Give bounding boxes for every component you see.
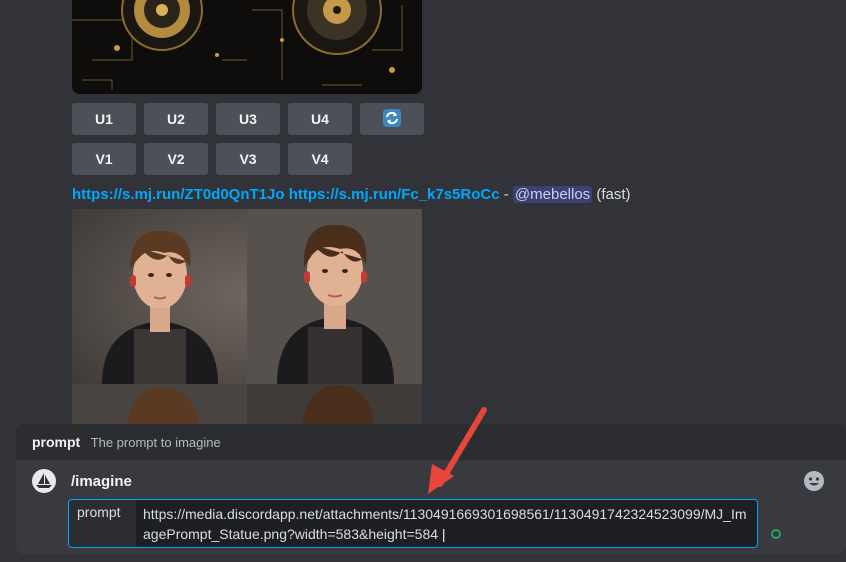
prompt-input[interactable]: https://media.discordapp.net/attachments…	[143, 504, 749, 544]
upscale-button-4[interactable]: U4	[288, 103, 352, 135]
sailboat-icon	[36, 473, 52, 488]
bot-avatar	[32, 469, 56, 493]
message-content: https://s.mj.run/ZT0d0QnT1Jo https://s.m…	[72, 186, 631, 203]
smiley-icon	[804, 471, 824, 491]
status-indicator	[771, 529, 781, 539]
turntable-artwork	[72, 0, 422, 94]
refresh-icon	[382, 108, 402, 131]
user-mention[interactable]: @mebellos	[512, 186, 593, 203]
portrait-artwork	[72, 209, 422, 425]
hint-option-description: The prompt to imagine	[90, 435, 221, 450]
annotation-arrow	[428, 407, 487, 494]
upscale-button-2[interactable]: U2	[144, 103, 208, 135]
prompt-option-field[interactable]: prompt https://media.discordapp.net/atta…	[68, 499, 758, 548]
variation-button-4[interactable]: V4	[288, 143, 352, 175]
emoji-button[interactable]	[803, 470, 825, 492]
reroll-button[interactable]	[360, 103, 424, 135]
command-name: /imagine	[71, 473, 132, 490]
image-link-2[interactable]: https://s.mj.run/Fc_k7s5RoCc	[289, 186, 500, 203]
image-link-1[interactable]: https://s.mj.run/ZT0d0QnT1Jo	[72, 186, 285, 203]
generated-image-grid[interactable]	[72, 209, 422, 425]
variation-button-2[interactable]: V2	[144, 143, 208, 175]
upscale-button-3[interactable]: U3	[216, 103, 280, 135]
generation-mode: (fast)	[592, 186, 631, 203]
text-caret: |	[438, 526, 446, 542]
upscale-button-1[interactable]: U1	[72, 103, 136, 135]
variation-button-1[interactable]: V1	[72, 143, 136, 175]
option-name-label: prompt	[69, 500, 136, 547]
variation-button-3[interactable]: V3	[216, 143, 280, 175]
separator: -	[503, 186, 509, 203]
hint-option-label: prompt	[32, 434, 81, 450]
generated-image-grid-top[interactable]	[72, 0, 422, 94]
